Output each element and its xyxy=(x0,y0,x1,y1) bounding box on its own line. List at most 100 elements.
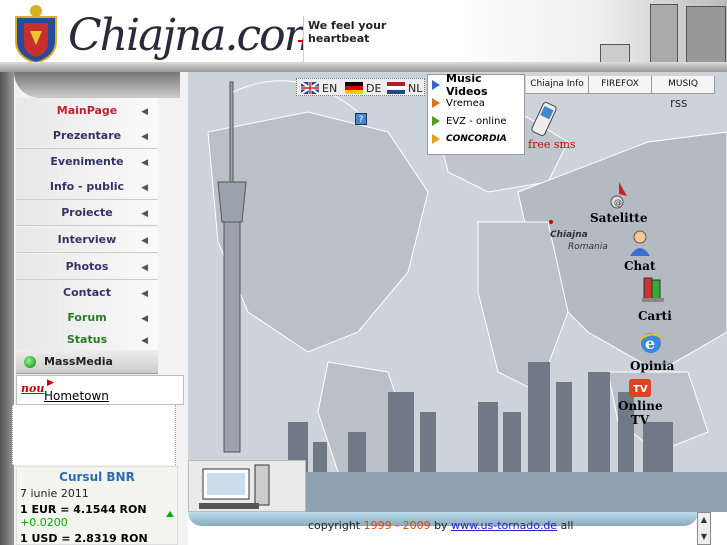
arrow-icon: ◀ xyxy=(141,263,148,273)
svg-text:TV: TV xyxy=(633,384,648,395)
menu-item-concordia[interactable]: CONCORDIA xyxy=(432,131,507,147)
page: Chiajna.com We feel your heartbeat Chiaj… xyxy=(0,0,727,545)
play-triangle-icon xyxy=(432,98,440,108)
footer-site-link[interactable]: www.us-tornado.de xyxy=(451,519,557,532)
site-header: Chiajna.com We feel your heartbeat xyxy=(0,0,727,72)
internet-explorer-icon[interactable]: e xyxy=(638,328,664,358)
copyright: copyright 1999 - 2009 by www.us-tornado.… xyxy=(308,519,573,532)
lang-de[interactable]: DE xyxy=(366,82,381,95)
nav-label: MainPage xyxy=(56,104,118,117)
scrollbar[interactable]: ▲ ▼ xyxy=(697,512,711,545)
nav-contact[interactable]: Contact ◀ xyxy=(16,280,158,306)
massmedia-label: MassMedia xyxy=(44,355,113,368)
top-tabs: Chiajna Info FIREFOX MUSIQ xyxy=(526,76,715,94)
menu-item-vremea[interactable]: Vremea xyxy=(432,95,485,111)
scroll-down-icon[interactable]: ▼ xyxy=(698,530,710,544)
arrow-icon: ◀ xyxy=(141,132,148,142)
play-triangle-icon xyxy=(432,80,440,90)
massmedia-link[interactable]: MassMedia xyxy=(16,350,158,374)
lang-en[interactable]: EN xyxy=(322,82,337,95)
copyright-suffix: all xyxy=(557,519,574,532)
bnr-exchange-box: Cursul BNR 7 iunie 2011 1 EUR = 4.1544 R… xyxy=(16,466,178,545)
play-icon: ▶ xyxy=(47,378,54,388)
tab-firefox[interactable]: FIREFOX xyxy=(589,76,652,93)
arrow-icon: ◀ xyxy=(141,289,148,299)
nav-label: Info - public xyxy=(49,180,125,193)
usd-rate: 1 USD = 2.8319 RON xyxy=(20,532,148,545)
sidebar-cap xyxy=(14,72,180,98)
svg-text:@: @ xyxy=(614,198,622,207)
copyright-years: 1999 - 2009 xyxy=(363,519,431,532)
status-dot-icon xyxy=(24,356,36,368)
footer: copyright 1999 - 2009 by www.us-tornado.… xyxy=(188,512,727,545)
menu-label: CONCORDIA xyxy=(446,134,507,144)
svg-text:e: e xyxy=(645,334,655,353)
menu-item-evz[interactable]: EVZ - online xyxy=(432,113,506,129)
tagline: We feel your heartbeat xyxy=(303,16,449,64)
nav-label: Photos xyxy=(65,260,109,273)
language-bar: EN DE NL xyxy=(296,78,425,96)
link-satelitte[interactable]: Satelitte xyxy=(590,211,647,225)
copyright-by: by xyxy=(430,519,452,532)
rss-link[interactable]: rss xyxy=(670,96,687,110)
uk-flag-icon[interactable] xyxy=(301,82,319,94)
nav-mainpage[interactable]: MainPage ◀ xyxy=(16,98,158,124)
empty-panel xyxy=(12,405,176,465)
header-decoration xyxy=(450,0,727,66)
nav-proiecte[interactable]: Proiecte ◀ xyxy=(16,200,158,226)
scroll-up-icon[interactable]: ▲ xyxy=(698,513,710,527)
menu-item-music-videos[interactable]: Music Videos xyxy=(432,72,524,98)
arrow-icon: ◀ xyxy=(141,209,148,219)
lang-nl[interactable]: NL xyxy=(408,82,422,95)
link-chat[interactable]: Chat xyxy=(624,259,656,273)
tv-icon[interactable]: TV xyxy=(628,376,652,400)
nav-label: Forum xyxy=(67,311,107,324)
nav-label: Contact xyxy=(63,286,111,299)
eur-rate: 1 EUR = 4.1544 RON xyxy=(20,503,147,516)
media-menu: Music Videos Vremea EVZ - online CONCORD… xyxy=(427,72,525,155)
arrow-icon: ◀ xyxy=(141,336,148,346)
nav-photos[interactable]: Photos ◀ xyxy=(16,254,158,280)
tab-chiajna-info[interactable]: Chiajna Info xyxy=(526,76,589,93)
building-graphic xyxy=(686,6,726,66)
satellite-icon[interactable]: @ xyxy=(607,180,631,210)
arrow-icon: ◀ xyxy=(141,236,148,246)
play-triangle-icon xyxy=(432,116,440,126)
nav-prezentare[interactable]: Prezentare ◀ xyxy=(16,123,158,149)
tab-musiq[interactable]: MUSIQ xyxy=(652,76,715,93)
free-sms-link[interactable]: free sms xyxy=(528,138,576,151)
nav-label: Evenimente xyxy=(50,155,124,168)
up-arrow-icon xyxy=(166,511,174,517)
menu-label: Vremea xyxy=(446,97,485,109)
map-label-romania: Romania xyxy=(568,242,608,252)
nav-interview[interactable]: Interview ◀ xyxy=(16,227,158,253)
sidebar-edge xyxy=(0,72,14,545)
link-carti[interactable]: Carti xyxy=(638,309,672,323)
header-stripe xyxy=(0,62,727,72)
nav-info-public[interactable]: Info - public ◀ xyxy=(16,174,158,200)
link-opinia[interactable]: Opinia xyxy=(630,359,674,373)
site-logo[interactable]: Chiajna.com xyxy=(68,8,325,64)
help-icon[interactable]: ? xyxy=(355,113,367,125)
new-badge: nou xyxy=(21,382,45,395)
chat-user-icon[interactable] xyxy=(628,228,652,258)
menu-label: EVZ - online xyxy=(446,115,507,127)
arrow-icon: ◀ xyxy=(141,107,148,117)
hometown-label: Hometown xyxy=(44,389,109,403)
nav-label: Status xyxy=(66,333,108,346)
dutch-flag-icon[interactable] xyxy=(387,82,405,94)
hometown-link[interactable]: nou ▶ Hometown xyxy=(16,375,184,405)
map-label-chiajna: Chiajna xyxy=(550,230,588,240)
play-triangle-icon xyxy=(432,134,440,144)
nav-evenimente[interactable]: Evenimente ◀ xyxy=(16,149,158,175)
books-icon[interactable] xyxy=(640,274,666,304)
coat-of-arms-icon xyxy=(15,5,57,65)
arrow-icon: ◀ xyxy=(141,183,148,193)
building-graphic xyxy=(650,4,678,66)
arrow-icon: ◀ xyxy=(141,314,148,324)
phone-icon[interactable] xyxy=(530,100,558,138)
eur-change: +0.0200 xyxy=(20,516,68,529)
german-flag-icon[interactable] xyxy=(345,82,363,94)
nav-label: Prezentare xyxy=(52,129,122,142)
link-online-tv[interactable]: Online TV xyxy=(618,399,663,427)
